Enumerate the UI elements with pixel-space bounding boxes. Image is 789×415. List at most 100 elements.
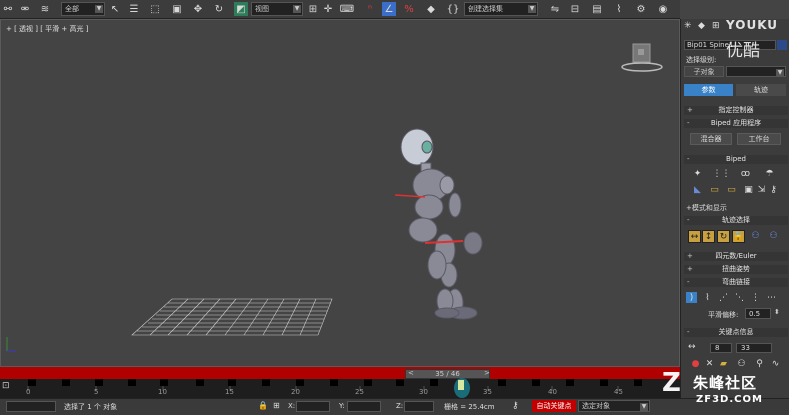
save-file-icon[interactable]: ▭ (726, 184, 737, 195)
region-select-icon[interactable]: ⬚ (148, 2, 162, 16)
y-label: Y: (339, 402, 345, 410)
trajectory-icon[interactable]: ∿ (770, 358, 781, 369)
rollout-biped-app[interactable]: - Biped 应用程序 (684, 119, 788, 128)
lock-cob-icon[interactable]: 🔒 (732, 230, 745, 243)
bend-links-mode-icon[interactable]: ) (686, 292, 697, 303)
rollout-track-selection[interactable]: - 轨迹选择 (684, 216, 788, 225)
sub-object-button[interactable]: 子对象 (684, 66, 724, 77)
snap-toggle-icon[interactable]: ⁿ (363, 2, 377, 16)
pivot-center-icon[interactable]: ⊞ (306, 2, 320, 16)
mixer-mode-icon[interactable]: ☂ (764, 168, 775, 179)
unlink-icon[interactable]: ⚮ (18, 2, 32, 16)
prev-frame-icon[interactable]: < (408, 369, 414, 377)
perspective-viewport[interactable] (0, 19, 680, 367)
sub-object-dropdown[interactable]: ▼ (726, 66, 786, 77)
maxscript-listener-field[interactable] (6, 401, 56, 412)
workbench-button[interactable]: 工作台 (737, 133, 781, 145)
set-free-key-icon[interactable]: ⚲ (754, 358, 765, 369)
modify-tab-icon[interactable]: ◆ (698, 21, 705, 31)
scale-icon[interactable]: ◩ (234, 2, 248, 16)
viewport-label[interactable]: + [ 透视 ] [ 平滑 + 高光 ] (6, 24, 88, 34)
body-vertical-icon[interactable]: ↕ (702, 230, 715, 243)
mirror-icon[interactable]: ⇋ (548, 2, 562, 16)
spinner-snap-icon[interactable]: ◆ (424, 2, 438, 16)
rollout-assign-controller[interactable]: + 指定控制器 (684, 106, 788, 115)
rotate-icon[interactable]: ↻ (212, 2, 226, 16)
schematic-view-icon[interactable]: ⚙ (634, 2, 648, 16)
timeline[interactable] (0, 379, 680, 398)
key-time-field[interactable]: 33 (736, 343, 772, 353)
opposite-icon[interactable]: ⚇ (768, 230, 779, 241)
current-frame-marker[interactable] (458, 380, 464, 390)
reference-coordinate-dropdown[interactable]: 视图 ▼ (251, 2, 303, 16)
spinner-icon[interactable]: ⬍ (774, 308, 780, 316)
prev-next-key-icon[interactable]: ↔ (688, 342, 696, 352)
buffer-mode-icon[interactable]: ◣ (692, 184, 703, 195)
percent-snap-icon[interactable]: % (402, 2, 416, 16)
key-filter-dropdown[interactable]: 选定对象 ▼ (578, 400, 650, 412)
rollout-twist-poses[interactable]: + 扭曲姿势 (684, 265, 788, 274)
curve-editor-icon[interactable]: ⌇ (612, 2, 626, 16)
align-icon[interactable]: ⊟ (568, 2, 582, 16)
tab-trajectories[interactable]: 轨迹 (736, 84, 786, 96)
z-coordinate-field[interactable] (404, 401, 434, 412)
time-slider[interactable]: 35 / 46 (405, 369, 490, 379)
layer-manager-icon[interactable]: ▤ (590, 2, 604, 16)
selection-filter-dropdown[interactable]: 全部 ▼ (61, 2, 105, 16)
tab-parameters[interactable]: 参数 (684, 84, 733, 96)
symmetrical-icon[interactable]: ⚇ (750, 230, 761, 241)
x-coordinate-field[interactable] (296, 401, 330, 412)
smoothing-bias-value: 0.5 (749, 310, 761, 318)
edit-named-selection-icon[interactable]: {} (446, 2, 460, 16)
object-color-swatch[interactable] (777, 40, 787, 50)
move-all-mode-icon[interactable]: ⇲ (756, 184, 767, 195)
keyboard-shortcut-icon[interactable]: ⌨ (340, 2, 354, 16)
select-by-name-icon[interactable]: ☰ (127, 2, 141, 16)
y-coordinate-field[interactable] (347, 401, 381, 412)
mini-curve-editor-icon[interactable]: ⊡ (2, 381, 10, 391)
set-planted-key-icon[interactable]: ▰ (718, 358, 729, 369)
move-icon[interactable]: ✥ (191, 2, 205, 16)
auto-key-button[interactable]: 自动关键点 (532, 400, 576, 412)
mixer-button[interactable]: 混合器 (690, 133, 732, 145)
named-selection-dropdown[interactable]: 创建选择集 ▼ (464, 2, 538, 16)
smoothing-bias-field[interactable]: 0.5 (745, 308, 771, 319)
set-sliding-key-icon[interactable]: ⚇ (736, 358, 747, 369)
smooth-twist-mode-icon[interactable]: ⋱ (734, 292, 745, 303)
footstep-mode-icon[interactable]: ⋮⋮ (713, 168, 731, 179)
delete-key-icon[interactable]: ✕ (704, 358, 715, 369)
rollout-bend-links[interactable]: - 弯曲链接 (684, 278, 788, 287)
set-key-icon[interactable]: ● (690, 358, 701, 369)
motion-flow-icon[interactable]: ꝏ (740, 168, 751, 179)
key-icon[interactable]: ⚷ (512, 401, 519, 411)
window-crossing-icon[interactable]: ▣ (170, 2, 184, 16)
select-manipulate-icon[interactable]: ✛ (321, 2, 335, 16)
figure-mode-icon[interactable]: ✦ (692, 168, 703, 179)
body-horizontal-icon[interactable]: ↔ (688, 230, 701, 243)
material-editor-icon[interactable]: ◉ (656, 2, 670, 16)
next-frame-icon[interactable]: > (484, 369, 490, 377)
convert-icon[interactable]: ▣ (743, 184, 754, 195)
angle-snap-icon[interactable]: ∠ (382, 2, 396, 16)
biped-character[interactable] (385, 125, 495, 320)
absolute-mode-icon[interactable]: ⊞ (273, 401, 280, 410)
create-tab-icon[interactable]: ✳ (684, 21, 692, 31)
mode-display-rollout[interactable]: +模式和显示 (686, 203, 727, 213)
twist-links-mode-icon[interactable]: ⌇ (702, 292, 713, 303)
zero-twist-icon[interactable]: ⋮ (750, 292, 761, 303)
rollout-quaternion-euler[interactable]: + 四元数/Euler (684, 252, 788, 261)
twist-individual-mode-icon[interactable]: ⋰ (718, 292, 729, 303)
zero-all-icon[interactable]: ⋯ (766, 292, 777, 303)
key-number-field[interactable]: 8 (710, 343, 732, 353)
rollout-biped[interactable]: - Biped (684, 155, 788, 164)
lock-icon[interactable]: 🔒 (258, 401, 268, 410)
viewcube-icon[interactable] (618, 40, 668, 76)
rollout-key-info[interactable]: - 关键点信息 (684, 328, 788, 337)
bind-spacewarp-icon[interactable]: ≋ (38, 2, 52, 16)
body-rotation-icon[interactable]: ↻ (717, 230, 730, 243)
link-icon[interactable]: ⚯ (1, 2, 15, 16)
select-object-icon[interactable]: ↖ (108, 2, 122, 16)
hierarchy-tab-icon[interactable]: ⊞ (712, 21, 720, 31)
load-file-icon[interactable]: ▭ (709, 184, 720, 195)
key-icon[interactable]: ⚷ (768, 184, 779, 195)
